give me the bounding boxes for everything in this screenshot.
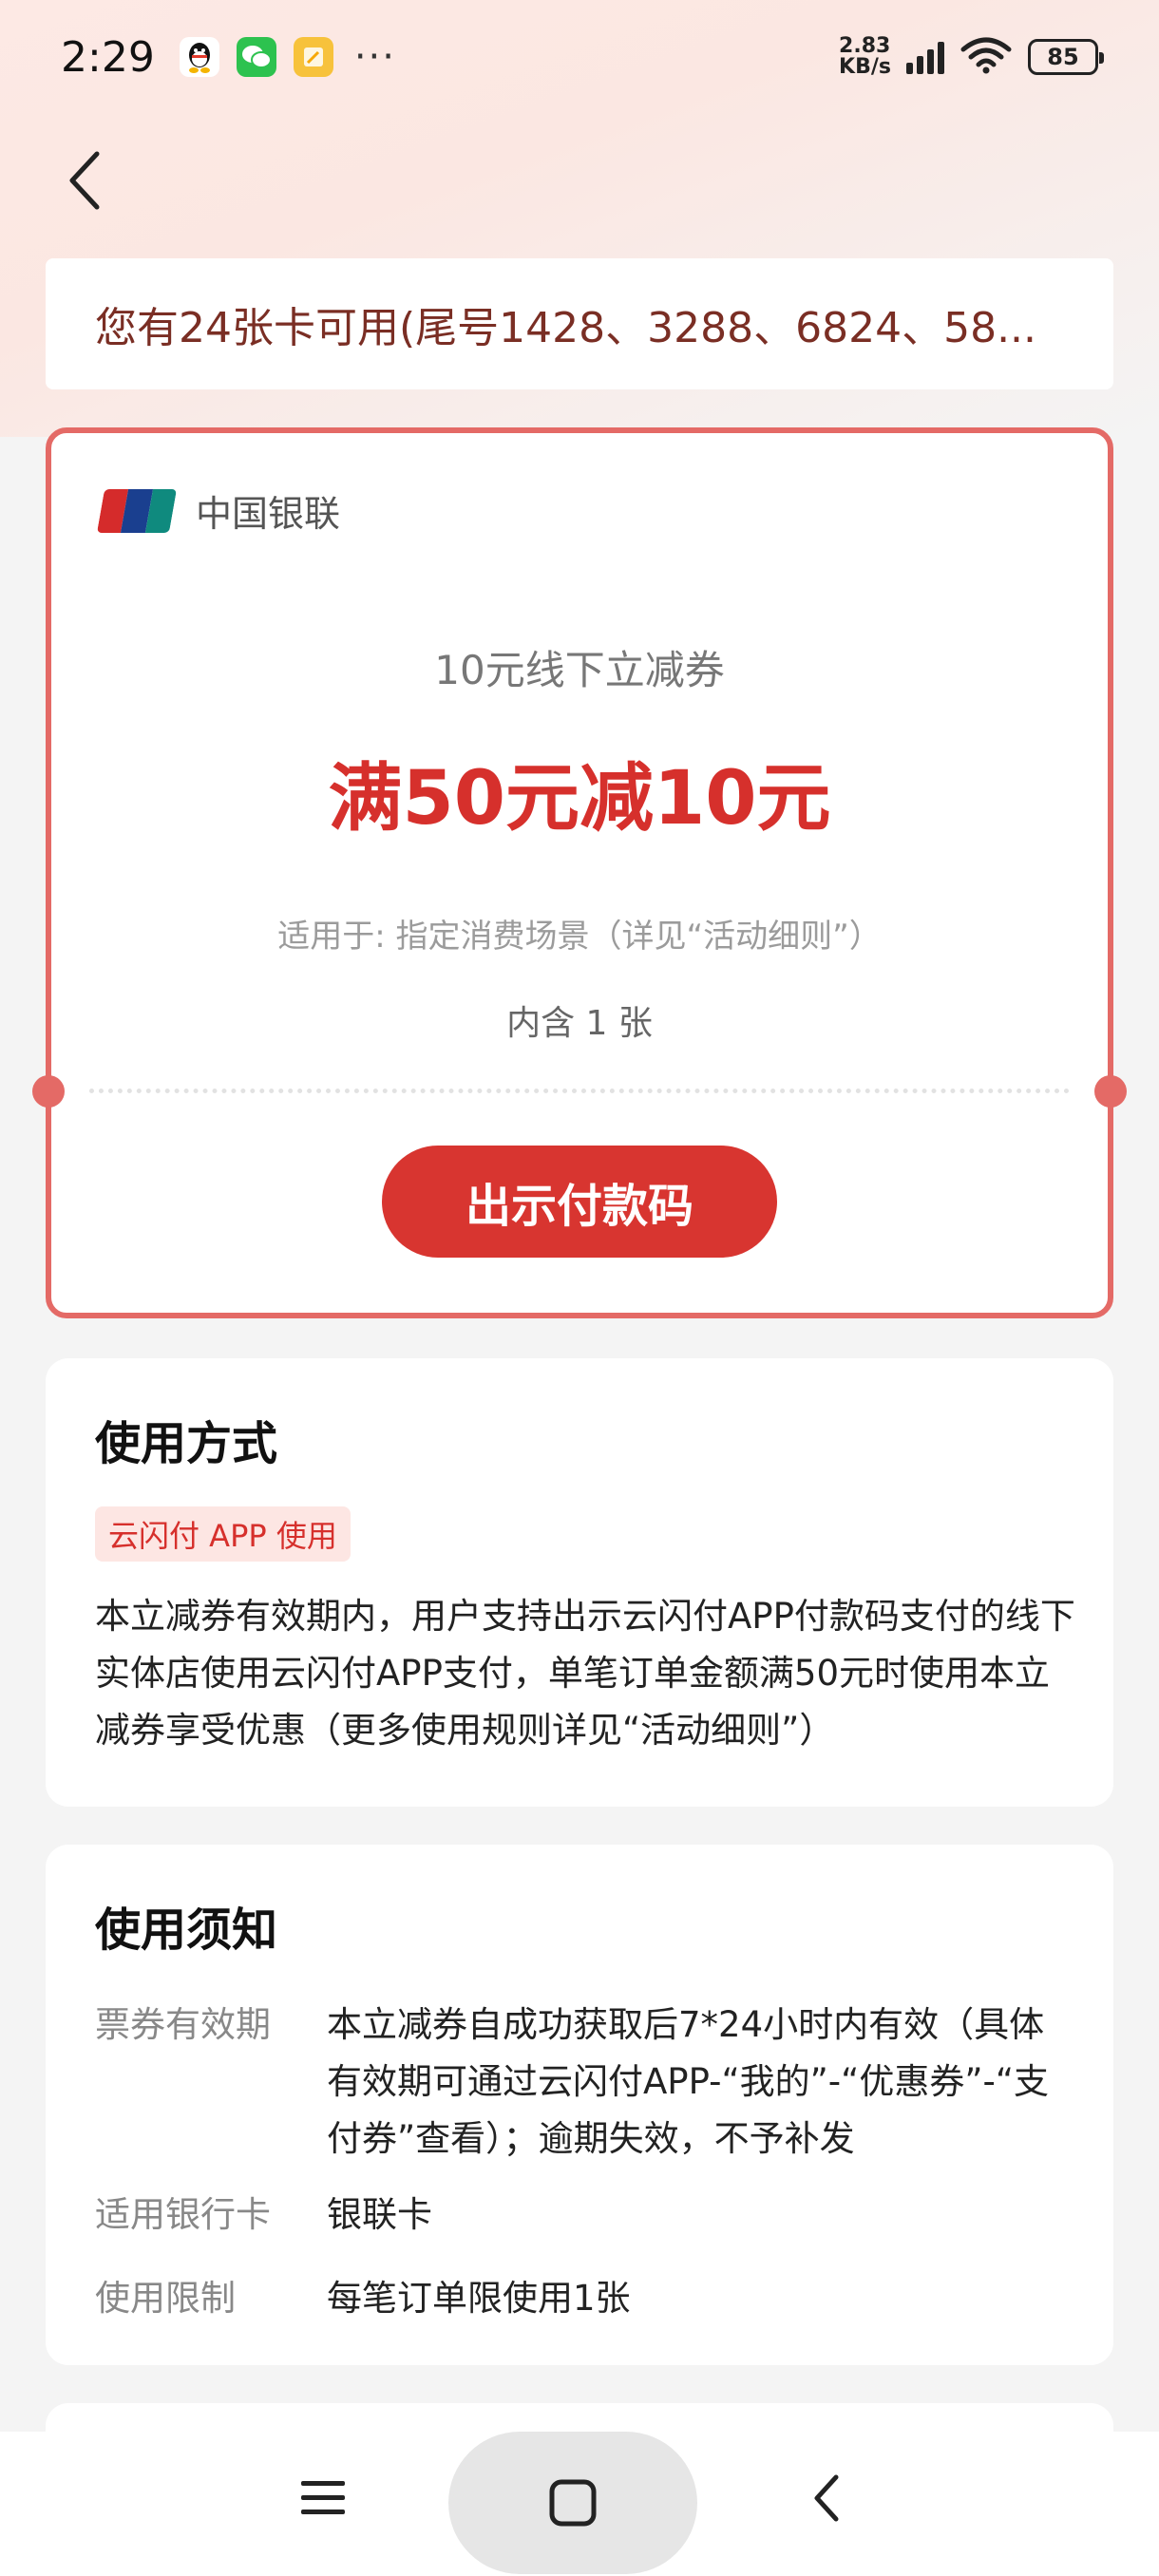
notice-row-validity: 票券有效期 本立减券自成功获取后7*24小时内有效（具体有效期可通过云闪付APP…	[95, 1997, 1064, 2168]
nav-back-button[interactable]	[788, 2460, 864, 2536]
coupon-name: 10元线下立减券	[434, 647, 725, 693]
signal-icon	[906, 40, 944, 74]
brand-name: 中国银联	[196, 493, 341, 535]
show-payment-code-button[interactable]: 出示付款码	[382, 1146, 777, 1258]
usage-notice-section: 使用须知 票券有效期 本立减券自成功获取后7*24小时内有效（具体有效期可通过云…	[46, 1845, 1113, 2365]
notice-label: 票券有效期	[95, 2004, 271, 2045]
menu-button[interactable]	[285, 2460, 361, 2536]
usage-tag: 云闪付 APP 使用	[95, 1506, 351, 1562]
wechat-icon	[236, 37, 276, 77]
more-notifications: ···	[353, 35, 396, 79]
coupon-count: 内含 1 张	[506, 1004, 653, 1043]
notice-value: 银联卡	[327, 2194, 432, 2235]
wifi-icon	[960, 36, 1013, 78]
available-cards-text: 您有24张卡可用(尾号1428、3288、6824、58...	[95, 304, 1037, 352]
ticket-notch-left	[32, 1075, 65, 1108]
notice-row-limit: 使用限制 每笔订单限使用1张	[95, 2270, 1064, 2327]
qq-icon	[179, 37, 219, 77]
ticket-perforation	[89, 1089, 1070, 1093]
battery-icon: 85	[1028, 39, 1104, 75]
notice-value: 本立减券自成功获取后7*24小时内有效（具体有效期可通过云闪付APP-“我的”-…	[327, 2004, 1050, 2159]
notice-value: 每笔订单限使用1张	[327, 2278, 631, 2319]
home-button[interactable]	[448, 2432, 697, 2574]
back-icon	[814, 2474, 839, 2522]
usage-notice-title: 使用须知	[95, 1904, 278, 1957]
notes-icon	[293, 37, 333, 77]
status-bar: 2:29 ··· 2.83 KB/s 85	[0, 0, 1159, 114]
usage-method-section: 使用方式 云闪付 APP 使用 本立减券有效期内，用户支持出示云闪付APP付款码…	[46, 1358, 1113, 1807]
status-time: 2:29	[61, 32, 155, 82]
chevron-left-icon	[69, 151, 100, 210]
unionpay-logo-icon	[96, 488, 178, 533]
notice-row-card: 适用银行卡 银联卡	[95, 2187, 1064, 2244]
coupon-card: 中国银联 10元线下立减券 满50元减10元 适用于: 指定消费场景（详见“活动…	[32, 427, 1127, 1318]
navigation-bar	[0, 2432, 1159, 2576]
ticket-notch-right	[1094, 1075, 1127, 1108]
back-button[interactable]	[59, 142, 116, 218]
network-speed: 2.83 KB/s	[839, 34, 891, 79]
notice-label: 适用银行卡	[95, 2194, 271, 2235]
usage-method-title: 使用方式	[95, 1417, 278, 1470]
notice-label: 使用限制	[95, 2278, 236, 2319]
usage-description: 本立减券有效期内，用户支持出示云闪付APP付款码支付的线下实体店使用云闪付APP…	[95, 1596, 1075, 1751]
coupon-amount: 满50元减10元	[328, 756, 831, 842]
available-cards-banner[interactable]: 您有24张卡可用(尾号1428、3288、6824、58...	[46, 258, 1113, 389]
coupon-scope: 适用于: 指定消费场景（详见“活动细则”）	[277, 918, 882, 956]
home-icon	[549, 2479, 597, 2527]
menu-icon	[301, 2481, 345, 2514]
brand: 中国银联	[96, 484, 341, 537]
